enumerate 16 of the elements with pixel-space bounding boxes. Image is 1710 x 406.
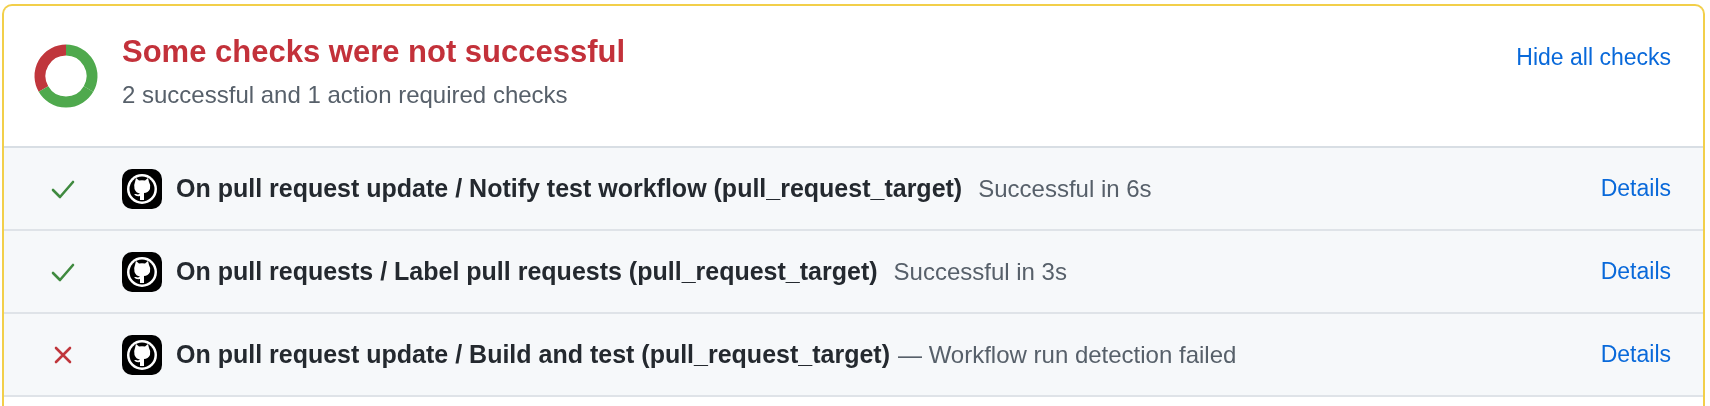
check-name: On pull request update / Build and test (pull_request_target) [176, 338, 890, 370]
check-name: On pull request update / Notify test workflow (pull_request_target) [176, 172, 963, 204]
octocat-icon [122, 168, 162, 209]
check-detail: — Workflow run detection failed [897, 339, 1238, 370]
check-name: On pull requests / Label pull requests (pull_request_target) [176, 255, 878, 287]
hide-checks-link[interactable]: Hide all checks [1516, 40, 1671, 75]
details-link[interactable]: Details [1600, 171, 1671, 206]
summary-title: Some checks were not successful [122, 33, 627, 71]
status-donut-icon [34, 44, 98, 108]
details-link[interactable]: Details [1600, 337, 1671, 372]
octocat-icon [122, 334, 162, 375]
details-link[interactable]: Details [1600, 254, 1671, 289]
octocat-icon [122, 251, 162, 292]
check-detail: Successful in 6s [978, 173, 1153, 204]
check-detail: Successful in 3s [893, 256, 1068, 287]
summary-subtitle: 2 successful and 1 action required checks [122, 79, 569, 110]
